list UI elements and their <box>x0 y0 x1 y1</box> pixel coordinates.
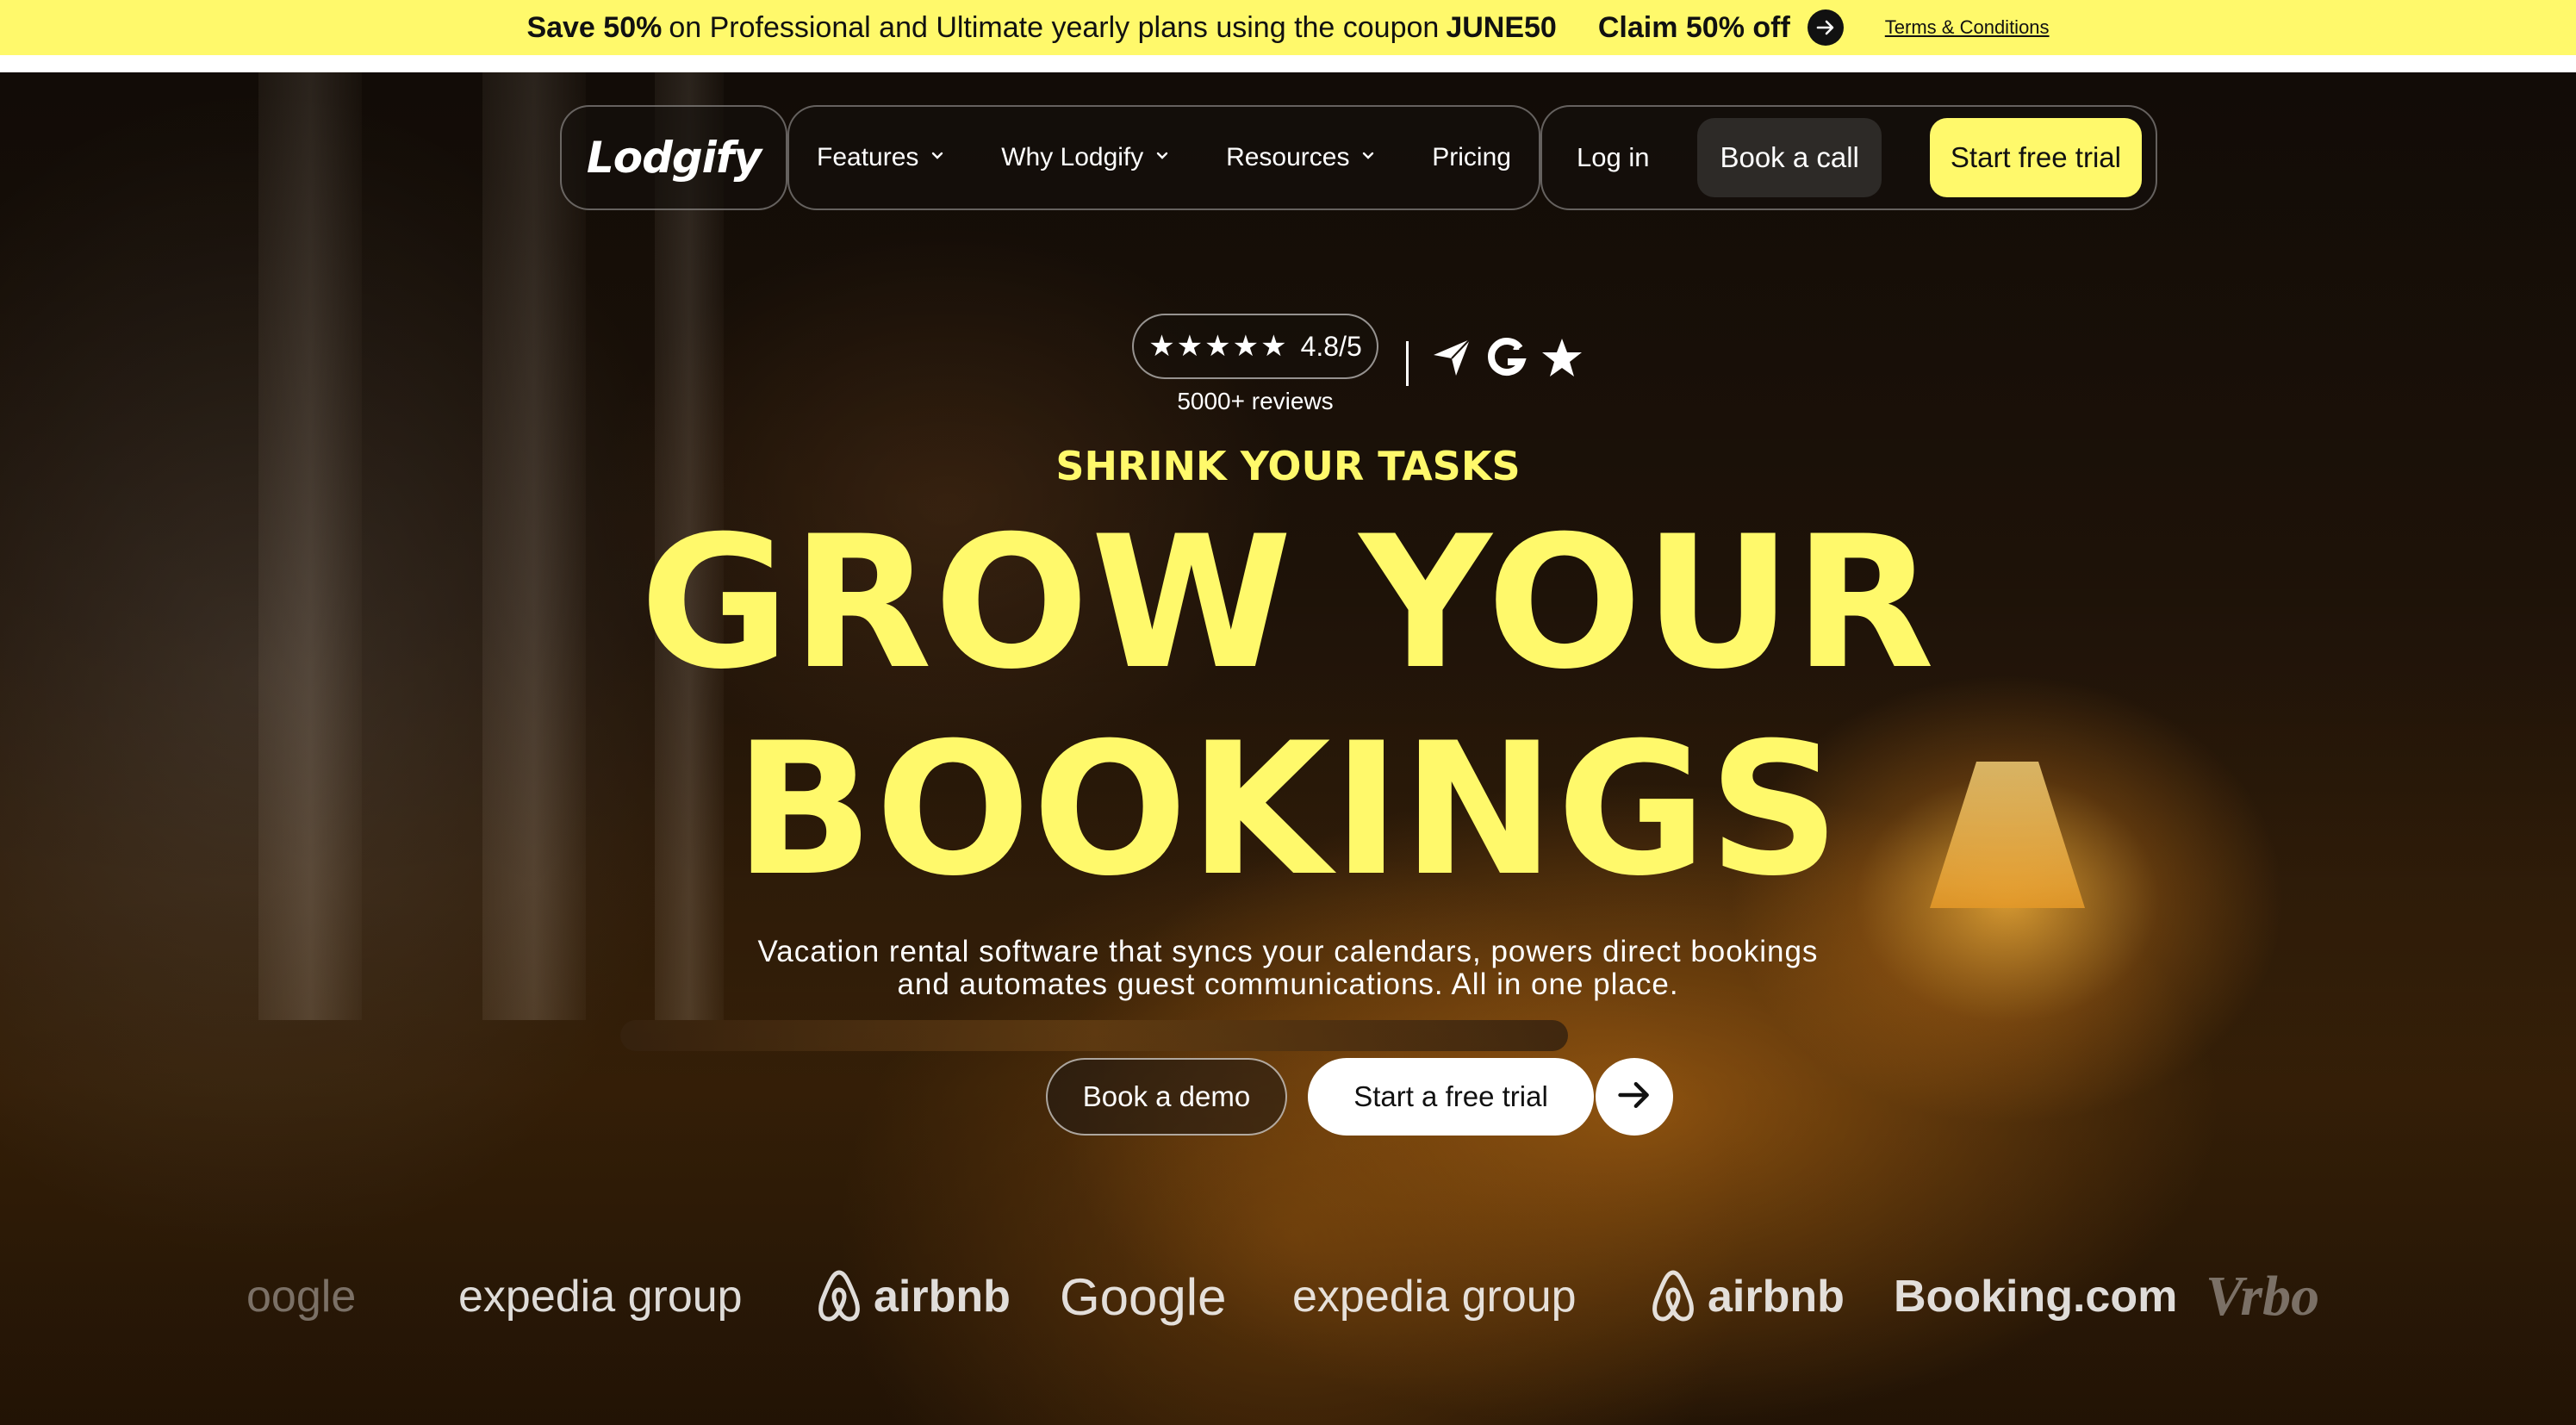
partner-label: expedia group <box>458 1272 743 1322</box>
arrow-right-icon <box>1615 1076 1653 1118</box>
nav-item-label: Features <box>817 143 919 171</box>
arrow-right-icon <box>1807 9 1844 46</box>
vrbo-logo: Vrbo <box>2206 1258 2319 1335</box>
promo-text: on Professional and Ultimate yearly plan… <box>669 10 1440 44</box>
subtitle-line-1: Vacation rental software that syncs your… <box>757 935 1819 968</box>
nav-item-label: Pricing <box>1432 143 1511 171</box>
hero-kicker: SHRINK YOUR TASKS <box>1055 443 1521 489</box>
airbnb-logo: airbnb <box>1647 1258 1845 1335</box>
main-navigation: Lodgify Features Why Lodgify Resources P… <box>560 105 2157 212</box>
google-logo: Google <box>1060 1258 1226 1335</box>
book-demo-button[interactable]: Book a demo <box>1046 1058 1287 1136</box>
promo-save-text: Save 50% <box>526 10 663 44</box>
start-trial-arrow-button[interactable] <box>1596 1058 1673 1136</box>
book-call-button[interactable]: Book a call <box>1697 118 1882 197</box>
nav-item-label: Why Lodgify <box>1001 143 1144 171</box>
reviews-count: 5000+ reviews <box>1177 388 1334 414</box>
partner-label: expedia group <box>1292 1272 1577 1322</box>
nav-menu: Features Why Lodgify Resources Pricing <box>787 105 1540 210</box>
lodgify-logo: Lodgify <box>586 133 762 183</box>
airbnb-icon <box>813 1269 865 1324</box>
rating-divider <box>1406 341 1409 386</box>
promo-banner: Save 50% on Professional and Ultimate ye… <box>0 0 2576 55</box>
chevron-down-icon <box>929 146 946 169</box>
partner-label: oogle <box>246 1272 357 1322</box>
chevron-down-icon <box>1154 146 1171 169</box>
partner-label: Google <box>1060 1267 1227 1326</box>
subtitle-line-2: and automates guest communications. All … <box>897 968 1679 1001</box>
nav-actions: Log in Book a call Start free trial <box>1540 105 2157 210</box>
expedia-logo: expedia group <box>458 1258 743 1335</box>
hero-headline: GROW YOUR BOOKINGS <box>0 500 2576 913</box>
nav-item-features[interactable]: Features <box>817 143 946 172</box>
headline-line-2: BOOKINGS <box>734 703 1842 916</box>
booking-logo: Booking.com <box>1894 1258 2177 1335</box>
svg-text:2: 2 <box>1513 339 1520 352</box>
nav-item-resources[interactable]: Resources <box>1226 143 1377 172</box>
airbnb-logo: airbnb <box>813 1258 1011 1335</box>
headline-line-1: GROW YOUR <box>639 496 1937 709</box>
terms-link[interactable]: Terms & Conditions <box>1885 16 2050 39</box>
partner-logos: oogle expedia group airbnb Google expedi… <box>0 1258 2576 1335</box>
g2-icon: 2 <box>1485 336 1528 379</box>
logo-link[interactable]: Lodgify <box>560 105 787 210</box>
google-logo: oogle <box>246 1258 356 1335</box>
rating-score: 4.8/5 <box>1300 330 1362 362</box>
start-free-trial-button[interactable]: Start free trial <box>1929 118 2142 197</box>
nav-item-pricing[interactable]: Pricing <box>1432 143 1511 172</box>
login-link[interactable]: Log in <box>1577 142 1649 173</box>
capterra-icon <box>1430 336 1473 379</box>
promo-coupon: JUNE50 <box>1446 10 1557 44</box>
nav-item-why-lodgify[interactable]: Why Lodgify <box>1001 143 1171 172</box>
rating-stars: ★★★★★ <box>1148 330 1289 363</box>
claim-offer-label: Claim 50% off <box>1597 10 1790 44</box>
promo-divider <box>0 55 2576 72</box>
star-icon <box>1540 336 1584 379</box>
nav-item-label: Resources <box>1226 143 1350 171</box>
claim-offer-link[interactable]: Claim 50% off <box>1598 9 1844 46</box>
start-free-trial-cta[interactable]: Start a free trial <box>1308 1058 1594 1136</box>
partner-label: airbnb <box>1708 1272 1845 1322</box>
expedia-logo: expedia group <box>1292 1258 1577 1335</box>
partner-label: Booking.com <box>1894 1272 2178 1322</box>
partner-label: Vrbo <box>2206 1265 2320 1328</box>
hero-subtitle: Vacation rental software that syncs your… <box>0 936 2576 1001</box>
chevron-down-icon <box>1360 146 1377 169</box>
review-platforms: 2 <box>1430 336 1584 379</box>
partner-label: airbnb <box>874 1272 1011 1322</box>
airbnb-icon <box>1647 1269 1699 1324</box>
rating-badge: ★★★★★ 4.8/5 <box>1132 314 1378 379</box>
